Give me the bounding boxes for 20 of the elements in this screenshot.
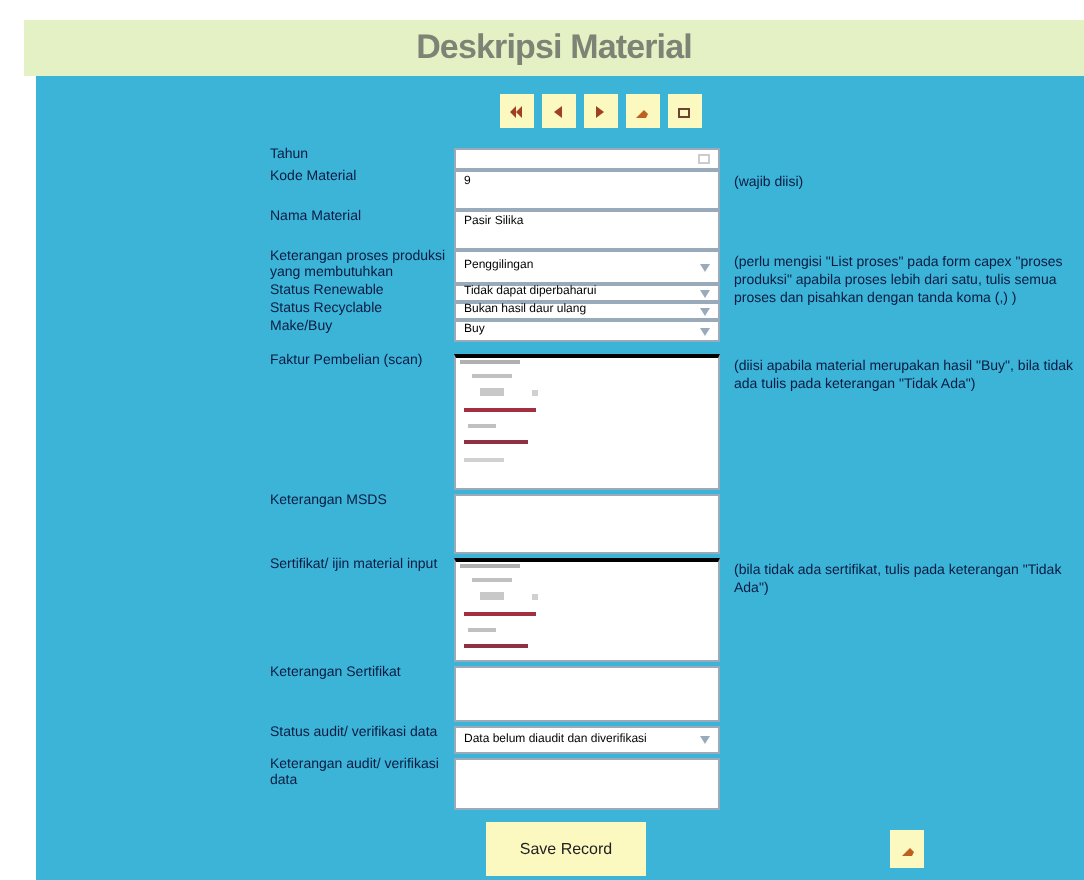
attachment-field[interactable] [454,354,720,490]
edit-button[interactable] [890,830,924,868]
text-field[interactable] [454,758,720,810]
date-field[interactable] [454,148,720,170]
save-button[interactable]: Save Record [486,822,646,876]
text-field[interactable] [454,494,720,554]
first-icon [508,103,524,119]
navigation-button[interactable] [583,94,617,128]
previous-icon [550,103,566,119]
page-title: Deskripsi Material [416,26,692,71]
next-icon [592,103,608,119]
navigation-button[interactable] [625,94,659,128]
navigation-button[interactable] [667,94,701,128]
navigation-button[interactable] [499,94,533,128]
chevron-down-icon [700,736,710,744]
navigation-button[interactable] [541,94,575,128]
attachment-field[interactable] [454,558,720,662]
text-field[interactable] [454,666,720,722]
chevron-down-icon [700,263,710,271]
chevron-down-icon [700,327,710,335]
